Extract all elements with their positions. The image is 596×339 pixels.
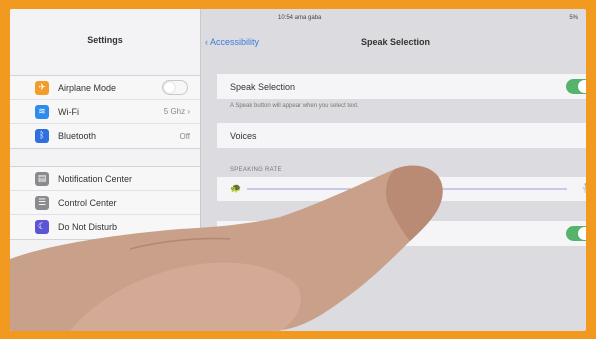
hare-icon: 🐇	[581, 184, 586, 194]
page-title: Speak Selection	[361, 37, 431, 47]
speaking-rate-header: SPEAKING RATE	[230, 167, 282, 173]
speak-selection-footnote: A Speak button will appear when you sele…	[230, 103, 359, 109]
sidebar-item-label: Do Not Disturb	[58, 222, 118, 232]
wifi-icon: ≋	[35, 104, 49, 119]
sidebar-group-centers: ▤ Notification Center ☰ Control Center ☾…	[10, 166, 200, 240]
speaking-rate-track	[247, 188, 568, 190]
notification-center-icon: ▤	[35, 171, 49, 186]
sidebar-item-do-not-disturb[interactable]: ☾ Do Not Disturb	[10, 215, 200, 239]
sidebar-item-notification-center[interactable]: ▤ Notification Center	[10, 167, 200, 191]
speak-selection-label: Speak Selection	[230, 81, 296, 92]
sidebar-title: Settings	[87, 35, 123, 45]
speak-selection-row: Speak Selection	[217, 74, 586, 99]
settings-sidebar: Settings ✈ Airplane Mode ≋ Wi-Fi 5 Ghz ›…	[10, 9, 201, 331]
bluetooth-icon: ᛒ	[35, 129, 49, 143]
bluetooth-value: Off	[179, 131, 190, 141]
sidebar-item-label: Airplane Mode	[58, 82, 117, 93]
airplane-mode-toggle[interactable]	[162, 80, 188, 95]
highlight-words-toggle[interactable]	[566, 226, 586, 241]
highlight-words-label: Highlight Words	[230, 228, 294, 239]
ipad-screen: iPad 10:54 ama gaba 5% Settings ✈ Airpla…	[10, 9, 586, 331]
sidebar-item-label: Wi-Fi	[58, 106, 79, 117]
voices-row[interactable]: Voices	[217, 123, 586, 148]
sidebar-item-label: Notification Center	[58, 173, 133, 184]
sidebar-item-control-center[interactable]: ☰ Control Center	[10, 191, 200, 215]
wifi-value: 5 Ghz ›	[163, 107, 190, 116]
highlight-words-footnote: …ht words as they…	[230, 251, 286, 257]
speak-selection-toggle[interactable]	[566, 79, 586, 94]
sidebar-item-label: Bluetooth	[58, 131, 97, 141]
control-center-icon: ☰	[35, 195, 49, 210]
nav-bar: ‹ Accessibility Speak Selection	[201, 31, 586, 53]
tortoise-icon: 🐢	[230, 184, 242, 194]
voices-label: Voices	[230, 130, 257, 141]
speak-selection-pane: ‹ Accessibility Speak Selection Speak Se…	[201, 9, 586, 331]
back-button[interactable]: ‹ Accessibility	[205, 37, 259, 47]
sidebar-item-bluetooth[interactable]: ᛒ Bluetooth Off	[10, 124, 200, 148]
speaking-rate-slider[interactable]: 🐢 🐇	[217, 177, 586, 201]
sidebar-group-connectivity: ✈ Airplane Mode ≋ Wi-Fi 5 Ghz › ᛒ Blueto…	[10, 75, 200, 149]
sidebar-item-airplane-mode[interactable]: ✈ Airplane Mode	[10, 76, 200, 100]
sidebar-item-label: Control Center	[58, 197, 117, 208]
sidebar-item-wifi[interactable]: ≋ Wi-Fi 5 Ghz ›	[10, 100, 200, 124]
moon-icon: ☾	[35, 220, 49, 234]
airplane-icon: ✈	[35, 80, 49, 95]
highlight-words-row: Highlight Words	[217, 221, 586, 246]
